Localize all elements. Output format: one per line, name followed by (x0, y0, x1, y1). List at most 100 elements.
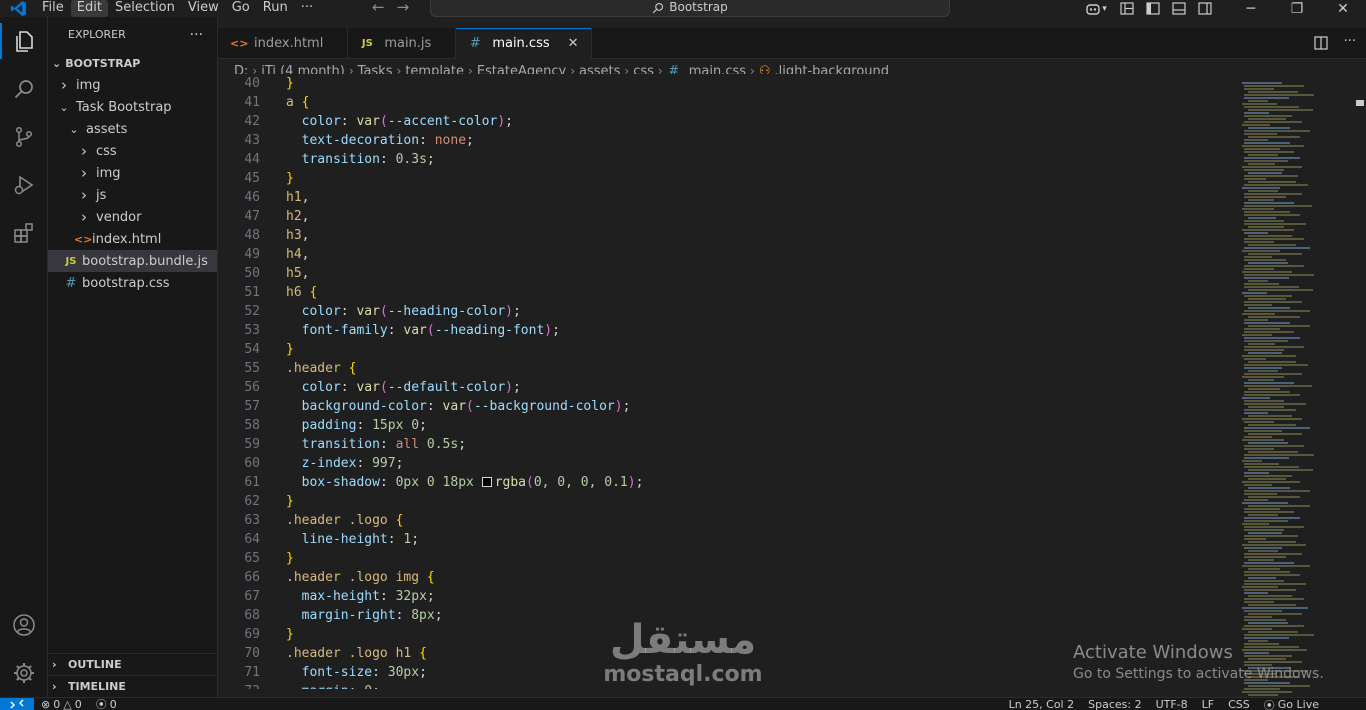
customize-layout-icon[interactable] (1114, 0, 1140, 17)
outline-section[interactable]: › OUTLINE (48, 653, 217, 675)
code-line: 40} (218, 74, 1230, 93)
tree-item-label: img (96, 165, 121, 181)
timeline-section[interactable]: › TIMELINE (48, 675, 217, 697)
ports-indicator[interactable]: ⦿ 0 (89, 697, 124, 710)
minimap-line (1244, 151, 1294, 153)
minimap-line (1242, 250, 1280, 252)
minimap-line (1244, 259, 1286, 261)
minimize-icon[interactable]: ─ (1228, 0, 1274, 17)
menu-item[interactable]: Go (226, 0, 256, 17)
tree-item[interactable]: ⌄ assets (48, 118, 217, 140)
more-actions-icon[interactable]: ··· (190, 27, 203, 43)
code-token: : (372, 665, 388, 680)
line-number: 63 (244, 513, 260, 528)
split-editor-icon[interactable] (1313, 36, 1328, 50)
code-token: ; (419, 665, 427, 680)
code-line: 60 z-index: 997; (218, 454, 1230, 473)
tree-item[interactable]: › img (48, 162, 217, 184)
vscode-logo-icon[interactable] (0, 0, 36, 17)
tree-item[interactable]: › css (48, 140, 217, 162)
tree-item[interactable]: ⌄ Task Bootstrap (48, 96, 217, 118)
menu-item[interactable]: Selection (109, 0, 181, 17)
tree-item[interactable]: <> index.html (48, 228, 217, 250)
minimap-line (1242, 271, 1292, 273)
minimap-line (1248, 262, 1288, 264)
line-number: 59 (244, 437, 260, 452)
error-count: 0 (53, 697, 61, 710)
code-token: 8px (411, 608, 435, 623)
minimap-line (1244, 511, 1294, 513)
minimap-line (1244, 385, 1312, 387)
menu-item[interactable]: ··· (295, 0, 319, 17)
close-window-icon[interactable]: ✕ (1320, 0, 1366, 17)
minimap[interactable] (1234, 82, 1350, 697)
code-text: h2, (260, 207, 309, 226)
tab-index-html[interactable]: <> index.html (218, 28, 349, 59)
minimap-line (1248, 559, 1274, 561)
accounts-icon[interactable] (0, 601, 48, 649)
editor-actions: ··· (1313, 35, 1356, 50)
minimap-line (1248, 550, 1278, 552)
line-number: 68 (244, 608, 260, 623)
more-actions-icon[interactable]: ··· (1344, 35, 1356, 50)
code-token: , (301, 266, 310, 281)
color-swatch[interactable] (481, 477, 492, 487)
minimap-line (1242, 208, 1274, 210)
tree-item[interactable]: › js (48, 184, 217, 206)
code-token: ; (466, 133, 474, 148)
code-line: 59 transition: all 0.5s; (218, 435, 1230, 454)
toggle-secondary-sidebar-icon[interactable] (1192, 0, 1218, 17)
close-tab-icon[interactable]: ✕ (568, 36, 579, 51)
menu-item[interactable]: Run (257, 0, 294, 17)
forward-arrow-icon[interactable]: → (397, 0, 410, 15)
back-arrow-icon[interactable]: ← (372, 0, 385, 15)
minimap-line (1248, 226, 1284, 228)
tree-item[interactable]: # bootstrap.css (48, 272, 217, 294)
search-view-icon[interactable] (0, 65, 48, 113)
language-mode[interactable]: CSS (1221, 698, 1257, 710)
explorer-icon[interactable] (0, 17, 48, 65)
menu-item[interactable]: View (182, 0, 225, 17)
cursor-position[interactable]: Ln 25, Col 2 (1002, 698, 1082, 710)
end-of-line[interactable]: LF (1195, 698, 1221, 710)
remote-indicator-icon[interactable] (0, 698, 34, 710)
tree-item[interactable]: JS bootstrap.bundle.js (48, 250, 217, 272)
restore-icon[interactable]: ❐ (1274, 0, 1320, 17)
go-live-button[interactable]: ⦿ Go Live (1257, 698, 1326, 710)
extensions-icon[interactable] (0, 209, 48, 257)
source-control-icon[interactable] (0, 113, 48, 161)
toggle-primary-sidebar-icon[interactable] (1140, 0, 1166, 17)
minimap-line (1244, 367, 1282, 369)
minimap-line (1244, 493, 1277, 495)
code-token: ; (372, 684, 380, 689)
minimap-line (1244, 220, 1284, 222)
tab-main-css[interactable]: # main.css ✕ (456, 28, 592, 59)
manage-gear-icon[interactable] (0, 649, 48, 697)
copilot-icon[interactable]: ▾ (1078, 0, 1114, 17)
vertical-scrollbar[interactable] (1350, 82, 1366, 697)
run-debug-icon[interactable] (0, 161, 48, 209)
code-token: ) (497, 114, 506, 129)
minimap-line (1242, 523, 1269, 525)
indentation[interactable]: Spaces: 2 (1081, 698, 1148, 710)
problems-indicator[interactable]: ⊗ 0 △ 0 (34, 698, 89, 710)
menu-item[interactable]: File (36, 0, 70, 17)
ports-count: 0 (109, 697, 117, 710)
menu-item[interactable]: Edit (70, 0, 108, 17)
code-line: 43 text-decoration: none; (218, 131, 1230, 150)
toggle-panel-icon[interactable] (1166, 0, 1192, 17)
encoding[interactable]: UTF-8 (1149, 698, 1195, 710)
tree-item[interactable]: › img (48, 74, 217, 96)
tab-main-js[interactable]: JS main.js (348, 28, 457, 59)
warning-count: 0 (74, 697, 82, 710)
minimap-line (1242, 586, 1278, 588)
code-token: ; (395, 456, 404, 471)
scrollbar-thumb[interactable] (1356, 100, 1364, 106)
code-editor[interactable]: 40} 41 a {42 color: var(--accent-color); 43… (218, 74, 1230, 689)
workspace-root[interactable]: ⌄ BOOTSTRAP (48, 52, 217, 74)
tree-item[interactable]: › vendor (48, 206, 217, 228)
command-center-search[interactable]: Bootstrap (430, 0, 950, 17)
code-text: } (260, 549, 294, 568)
